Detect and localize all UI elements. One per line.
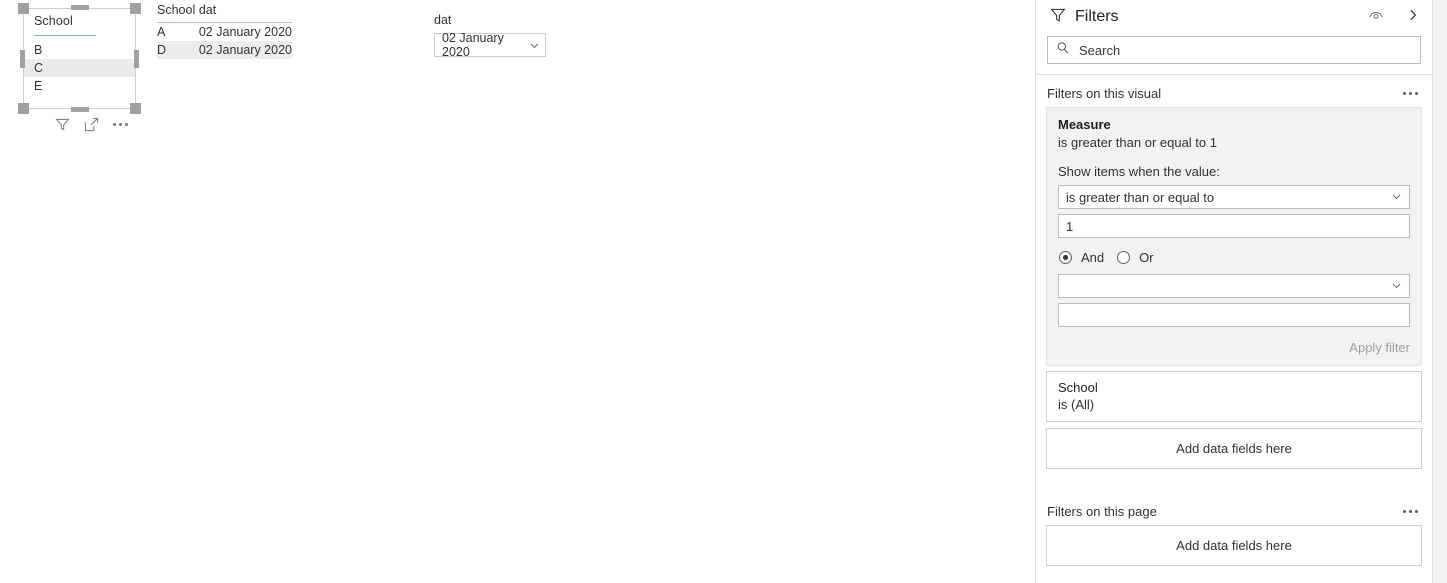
resize-handle-middle-left[interactable] bbox=[20, 50, 25, 68]
dat-slicer-visual[interactable]: dat 02 January 2020 bbox=[434, 13, 546, 59]
operator-radio-group[interactable]: And Or bbox=[1059, 250, 1410, 265]
search-icon bbox=[1056, 41, 1070, 60]
slicer-item-list[interactable]: B C E bbox=[24, 41, 135, 95]
visual-filters-section-header: Filters on this visual bbox=[1036, 75, 1432, 107]
cell-school: D bbox=[157, 41, 199, 59]
page-filters-dropzone[interactable]: Add data fields here bbox=[1046, 525, 1422, 566]
filter-condition-prompt: Show items when the value: bbox=[1058, 164, 1220, 179]
filter-summary: is greater than or equal to 1 bbox=[1058, 135, 1217, 150]
visual-filters-heading: Filters on this visual bbox=[1047, 86, 1162, 101]
cell-school: A bbox=[157, 25, 166, 39]
slicer-title: School bbox=[34, 14, 73, 28]
cell-dat: 02 January 2020 bbox=[198, 41, 292, 59]
resize-handle-top-left[interactable] bbox=[18, 3, 29, 14]
filters-search-wrap: Search bbox=[1036, 34, 1432, 74]
resize-handle-top-right[interactable] bbox=[130, 3, 141, 14]
data-table: School dat A 02 January 2020 D 02 Januar… bbox=[157, 3, 292, 59]
filter-icon[interactable] bbox=[55, 117, 70, 132]
condition-1-select[interactable]: is greater than or equal to bbox=[1058, 185, 1410, 209]
dat-slicer-value: 02 January 2020 bbox=[442, 31, 504, 59]
filter-field-name: School bbox=[1058, 380, 1098, 395]
more-options-icon[interactable] bbox=[1403, 92, 1418, 95]
visual-filters-dropzone[interactable]: Add data fields here bbox=[1046, 428, 1422, 469]
focus-mode-icon[interactable] bbox=[84, 117, 99, 132]
chevron-down-icon[interactable] bbox=[1391, 279, 1402, 294]
slicer-item-b[interactable]: B bbox=[24, 41, 135, 59]
chevron-down-icon[interactable] bbox=[1391, 190, 1402, 205]
filter-summary: is (All) bbox=[1058, 397, 1095, 412]
slicer-item-e[interactable]: E bbox=[24, 77, 135, 95]
filters-pane-header: Filters bbox=[1036, 0, 1432, 34]
filters-pane-header-actions[interactable] bbox=[1368, 8, 1420, 27]
column-header-school[interactable]: School bbox=[157, 3, 199, 23]
column-header-dat[interactable]: dat bbox=[198, 3, 292, 23]
radio-and-label: And bbox=[1081, 250, 1105, 265]
condition-2-value-input[interactable] bbox=[1058, 303, 1410, 327]
funnel-icon bbox=[1050, 7, 1066, 28]
search-placeholder: Search bbox=[1079, 42, 1121, 58]
condition-2-select[interactable] bbox=[1058, 274, 1410, 298]
page-filters-heading: Filters on this page bbox=[1047, 504, 1157, 519]
search-input[interactable]: Search bbox=[1047, 36, 1421, 64]
radio-and[interactable] bbox=[1059, 251, 1072, 264]
more-options-icon[interactable] bbox=[1403, 510, 1418, 513]
resize-handle-middle-right[interactable] bbox=[134, 50, 139, 68]
cell-dat: 02 January 2020 bbox=[198, 25, 292, 39]
slicer-title-underline bbox=[34, 35, 96, 36]
filter-card-school[interactable]: School is (All) bbox=[1046, 371, 1422, 422]
resize-handle-bottom-right[interactable] bbox=[130, 103, 141, 114]
table-row[interactable]: A 02 January 2020 bbox=[157, 23, 292, 42]
table-visual[interactable]: School dat A 02 January 2020 D 02 Januar… bbox=[157, 3, 292, 59]
table-header-row: School dat bbox=[157, 3, 292, 23]
right-rail[interactable] bbox=[1432, 0, 1447, 583]
more-options-icon[interactable] bbox=[113, 122, 128, 126]
school-slicer-visual[interactable]: School B C E bbox=[18, 3, 141, 114]
table-row[interactable]: D 02 January 2020 bbox=[157, 41, 292, 59]
resize-handle-bottom-left[interactable] bbox=[18, 103, 29, 114]
dat-slicer-dropdown[interactable]: 02 January 2020 bbox=[434, 31, 546, 59]
resize-handle-bottom-center[interactable] bbox=[71, 107, 89, 112]
slicer-item-c[interactable]: C bbox=[24, 59, 135, 77]
dat-slicer-label: dat bbox=[434, 13, 452, 27]
visual-header-actions[interactable] bbox=[55, 114, 137, 134]
filter-field-name: Measure bbox=[1058, 117, 1111, 132]
chevron-down-icon[interactable] bbox=[529, 40, 540, 51]
resize-handle-top-center[interactable] bbox=[71, 5, 89, 10]
condition-1-value-input[interactable]: 1 bbox=[1058, 214, 1410, 238]
radio-or[interactable] bbox=[1117, 251, 1131, 264]
filters-pane-title: Filters bbox=[1075, 8, 1119, 25]
slicer-body[interactable]: School B C E bbox=[23, 8, 136, 109]
condition-1-value: is greater than or equal to bbox=[1066, 189, 1215, 205]
radio-or-label: Or bbox=[1139, 250, 1154, 265]
chevron-right-icon[interactable] bbox=[1406, 8, 1420, 27]
filters-pane[interactable]: Filters Search Filters on this visual Me… bbox=[1035, 0, 1432, 583]
eye-icon[interactable] bbox=[1368, 8, 1384, 27]
apply-filter-button[interactable]: Apply filter bbox=[1058, 340, 1410, 355]
filter-card-measure[interactable]: Measure is greater than or equal to 1 Sh… bbox=[1046, 107, 1422, 366]
power-bi-report-view: School B C E School dat A 02 January 202… bbox=[0, 0, 1447, 583]
page-filters-section-header: Filters on this page bbox=[1036, 493, 1432, 525]
report-canvas[interactable]: School B C E School dat A 02 January 202… bbox=[0, 0, 1033, 583]
